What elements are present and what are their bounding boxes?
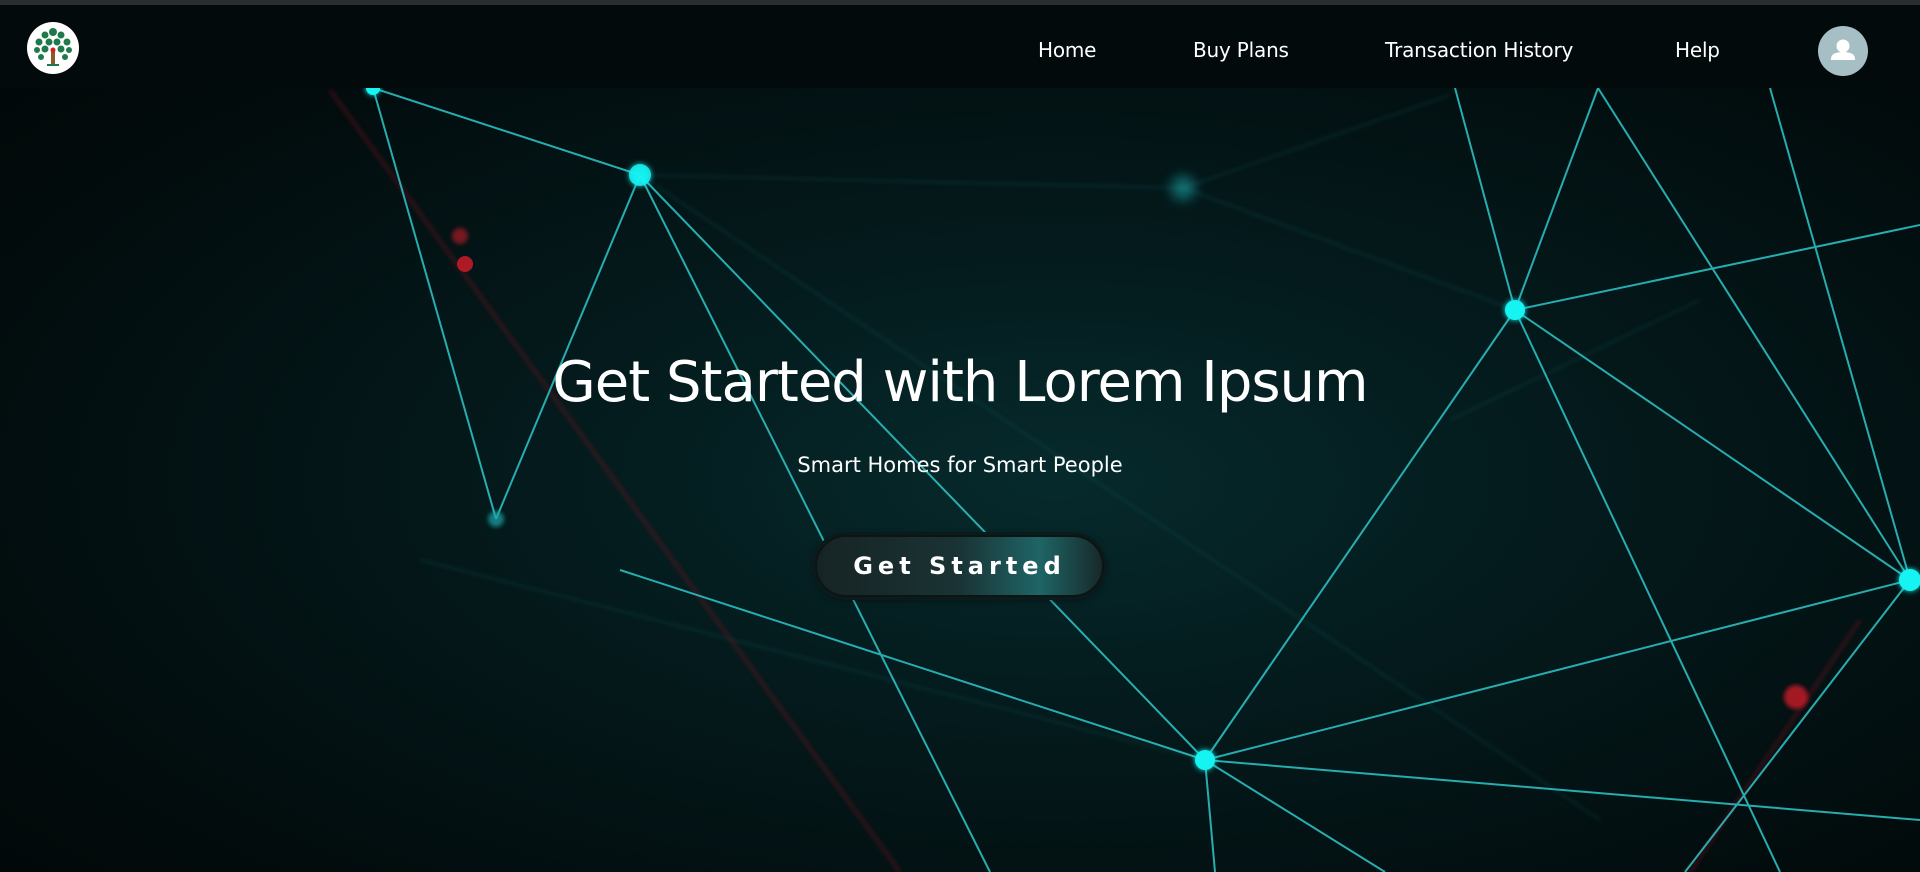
page: Home Buy Plans Transaction History Help …: [0, 0, 1920, 872]
browser-top-strip: [0, 0, 1920, 5]
nav-link-home[interactable]: Home: [1038, 38, 1096, 62]
hero-section: Get Started with Lorem Ipsum Smart Homes…: [0, 88, 1920, 872]
nav-link-transaction-history[interactable]: Transaction History: [1385, 38, 1573, 62]
tree-logo-icon[interactable]: [27, 22, 79, 74]
nav-link-help[interactable]: Help: [1675, 38, 1720, 62]
get-started-button[interactable]: Get Started: [815, 535, 1104, 597]
hero-subtitle: Smart Homes for Smart People: [797, 453, 1123, 477]
hero-title: Get Started with Lorem Ipsum: [552, 350, 1368, 415]
navbar: Home Buy Plans Transaction History Help: [0, 5, 1920, 88]
user-avatar-icon[interactable]: [1818, 26, 1868, 76]
nav-link-buy-plans[interactable]: Buy Plans: [1193, 38, 1289, 62]
